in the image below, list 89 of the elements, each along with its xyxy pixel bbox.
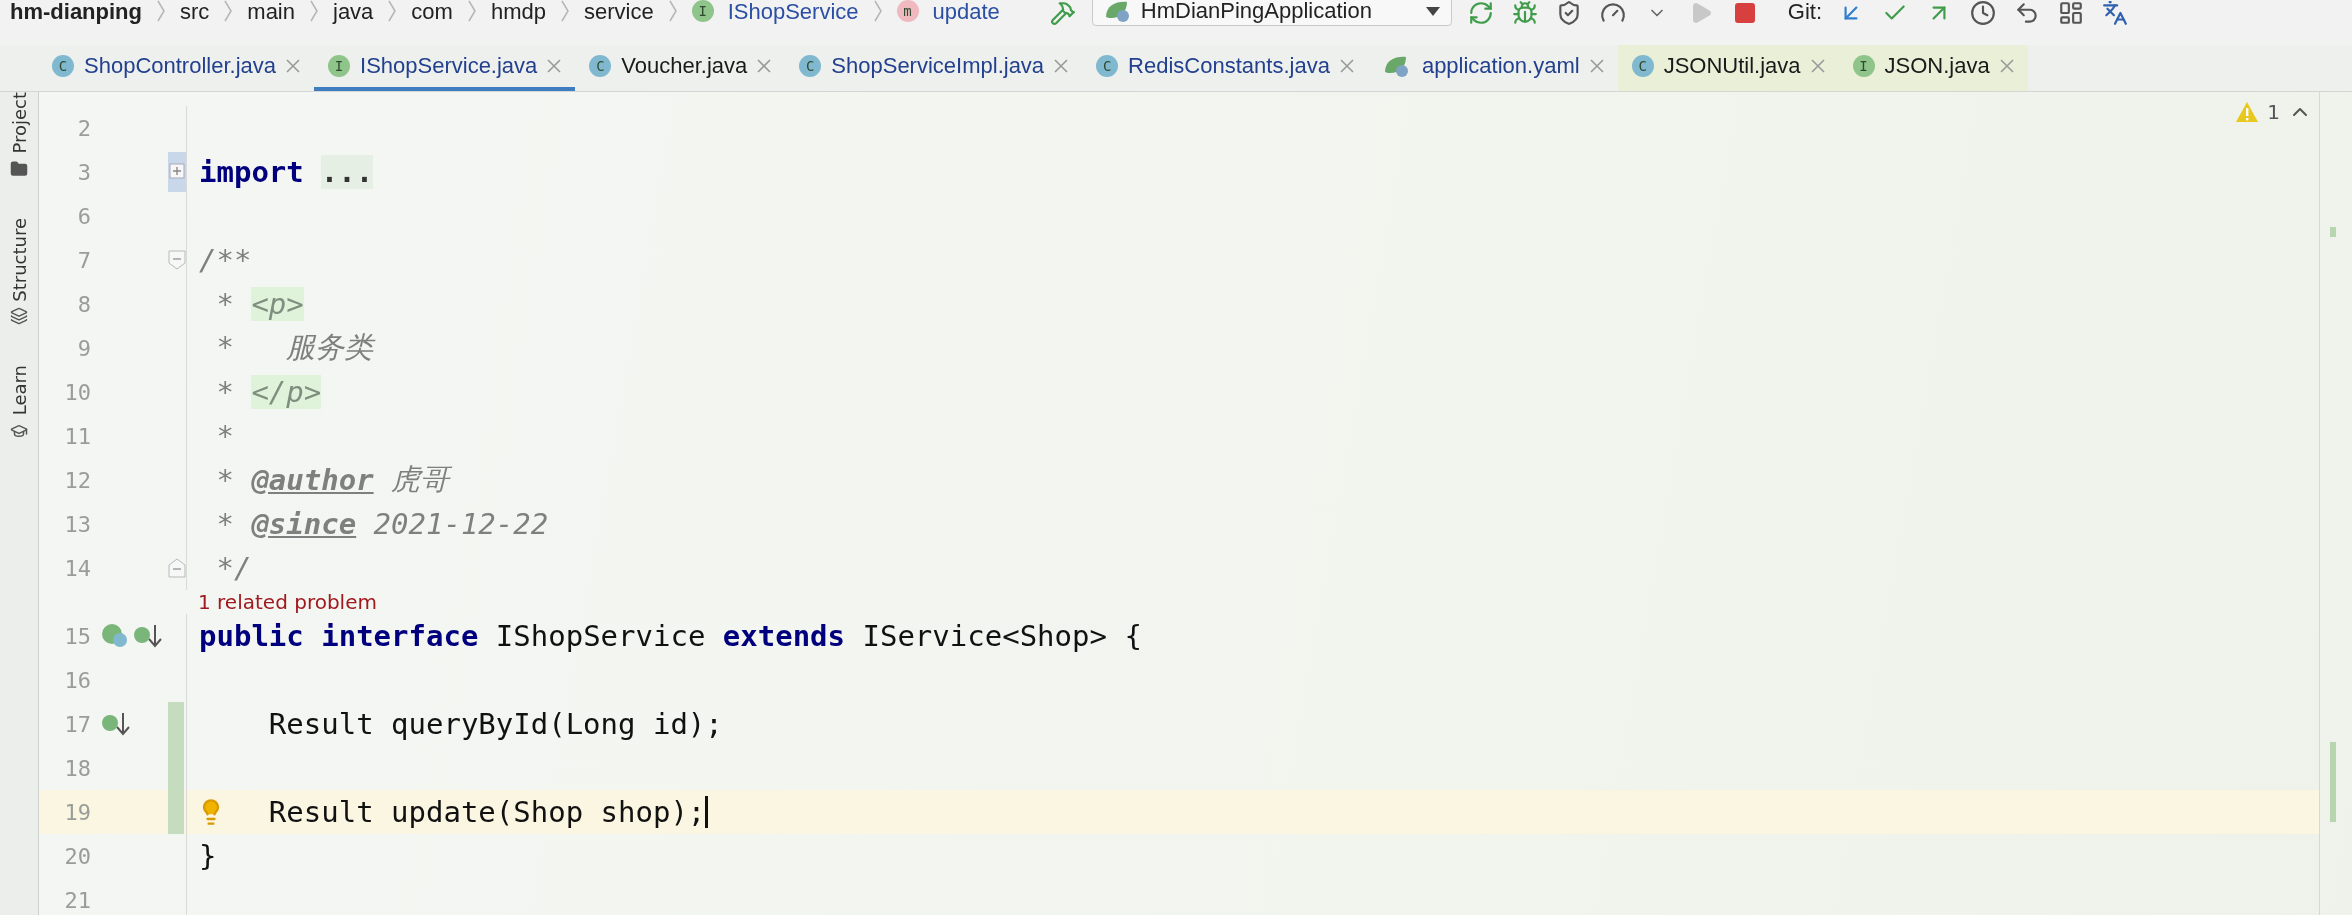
line-number: 6 bbox=[76, 203, 91, 229]
close-icon[interactable] bbox=[1339, 59, 1354, 73]
line-number: 2 bbox=[76, 115, 91, 141]
line-number: 17 bbox=[63, 711, 91, 737]
line-number: 20 bbox=[63, 843, 91, 869]
class-icon: C bbox=[1096, 55, 1119, 77]
close-icon[interactable] bbox=[547, 59, 562, 73]
code-line: */ bbox=[186, 546, 2319, 590]
run-configuration-dropdown[interactable]: HmDianPingApplication bbox=[1091, 0, 1452, 26]
close-icon[interactable] bbox=[1999, 59, 2014, 73]
change-marker bbox=[2330, 227, 2336, 237]
breadcrumb-separator-icon bbox=[559, 0, 570, 22]
code-line: * <p> bbox=[186, 282, 2319, 326]
class-icon: C bbox=[1631, 55, 1654, 77]
code-line: * 服务类 bbox=[186, 326, 2319, 370]
interface-icon: I bbox=[1852, 55, 1875, 77]
breadcrumb[interactable]: update bbox=[932, 0, 1000, 24]
breadcrumb[interactable]: main bbox=[247, 0, 295, 24]
fold-collapse-icon[interactable] bbox=[168, 558, 186, 578]
folder-icon bbox=[10, 159, 28, 178]
warning-count: 1 bbox=[2267, 100, 2280, 124]
line-number: 3 bbox=[76, 159, 91, 185]
breadcrumb[interactable]: java bbox=[333, 0, 374, 24]
breadcrumb[interactable]: src bbox=[180, 0, 210, 24]
tool-window-button[interactable]: Structure bbox=[8, 217, 30, 302]
code-line: * @since 2021-12-22 bbox=[186, 502, 2319, 546]
code-line: * @author 虎哥 bbox=[186, 458, 2319, 502]
tool-window-button[interactable]: Project bbox=[8, 92, 30, 154]
fold-collapse-icon[interactable] bbox=[168, 250, 186, 270]
line-number: 15 bbox=[63, 623, 91, 649]
method-icon: m bbox=[896, 0, 919, 22]
breadcrumb[interactable]: hm-dianping bbox=[10, 0, 142, 24]
breadcrumb-separator-icon bbox=[156, 0, 166, 22]
git-label: Git: bbox=[1787, 0, 1823, 24]
editor-tab[interactable]: C ShopController.java bbox=[38, 45, 314, 91]
warning-icon[interactable] bbox=[2235, 101, 2260, 123]
line-number: 9 bbox=[76, 335, 91, 361]
tool-window-button[interactable]: Learn bbox=[8, 365, 30, 416]
class-icon: C bbox=[589, 55, 612, 77]
code-line: } bbox=[186, 834, 2319, 878]
close-icon[interactable] bbox=[757, 59, 772, 73]
code-line: /** bbox=[186, 238, 2319, 282]
close-icon[interactable] bbox=[1810, 59, 1825, 73]
line-number: 11 bbox=[63, 423, 91, 449]
close-icon[interactable] bbox=[1054, 59, 1069, 73]
breadcrumb-separator-icon bbox=[667, 0, 678, 22]
code-line: * bbox=[186, 414, 2319, 458]
breadcrumb-separator-icon bbox=[387, 0, 398, 22]
class-icon: C bbox=[52, 55, 74, 77]
caret-icon bbox=[1424, 5, 1441, 17]
line-number: 14 bbox=[63, 555, 91, 581]
breadcrumb[interactable]: hmdp bbox=[490, 0, 546, 24]
editor-tab[interactable]: I JSON.java bbox=[1838, 45, 2028, 91]
code-line: Result queryById(Long id); bbox=[186, 702, 2319, 746]
fold-expand-icon[interactable] bbox=[168, 152, 186, 192]
close-icon[interactable] bbox=[286, 59, 300, 73]
code-line: import ... bbox=[186, 150, 2319, 194]
line-number: 12 bbox=[63, 467, 91, 493]
implemented-icon[interactable] bbox=[101, 711, 131, 737]
editor-tab[interactable]: C ShopServiceImpl.java bbox=[785, 45, 1083, 91]
line-number: 21 bbox=[63, 887, 91, 913]
breadcrumb-separator-icon bbox=[466, 0, 477, 22]
implemented-icon[interactable] bbox=[133, 623, 163, 649]
line-number: 10 bbox=[63, 379, 91, 405]
line-number: 16 bbox=[63, 667, 91, 693]
breadcrumb-separator-icon bbox=[872, 0, 883, 22]
interface-icon: I bbox=[328, 55, 350, 77]
breadcrumb-separator-icon bbox=[223, 0, 234, 22]
breadcrumb[interactable]: service bbox=[583, 0, 654, 24]
class-icon: C bbox=[799, 55, 822, 77]
editor-tab[interactable]: application.yaml bbox=[1367, 45, 1618, 91]
breadcrumb[interactable]: IShopService bbox=[727, 0, 859, 24]
interface-icon: I bbox=[691, 0, 714, 22]
editor-tab[interactable]: C JSONUtil.java bbox=[1617, 45, 1839, 91]
related-problem-hint[interactable]: 1 related problem bbox=[186, 590, 2319, 614]
line-number: 8 bbox=[76, 291, 91, 317]
code-line: * </p> bbox=[186, 370, 2319, 414]
structure-icon bbox=[10, 307, 28, 326]
line-number: 7 bbox=[76, 247, 91, 273]
close-icon[interactable] bbox=[1589, 59, 1604, 73]
breadcrumb-separator-icon bbox=[309, 0, 319, 22]
code-line: Result update(Shop shop); bbox=[186, 790, 2319, 834]
editor-tab[interactable]: C Voucher.java bbox=[575, 45, 786, 91]
line-number: 13 bbox=[63, 511, 91, 537]
code-line: public interface IShopService extends IService<Shop> { bbox=[186, 614, 2319, 658]
line-number: 18 bbox=[63, 755, 91, 781]
breadcrumb[interactable]: com bbox=[411, 0, 453, 24]
line-number: 19 bbox=[63, 799, 91, 825]
editor-tab[interactable]: C RedisConstants.java bbox=[1082, 45, 1368, 91]
